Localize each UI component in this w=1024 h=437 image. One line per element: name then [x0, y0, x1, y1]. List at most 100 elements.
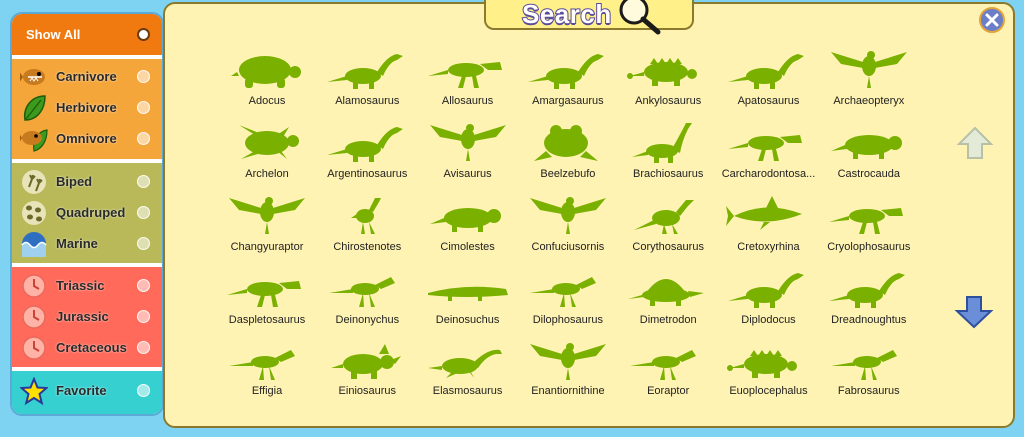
wave-icon: [20, 230, 48, 258]
dino-silhouette-icon: [529, 197, 606, 234]
filter-cretaceous-radio[interactable]: [137, 341, 150, 354]
dino-name-label: Fabrosaurus: [837, 385, 900, 397]
filter-triassic[interactable]: Triassic: [12, 270, 162, 301]
filter-herbivore[interactable]: Herbivore: [12, 92, 162, 123]
dino-name-label: Allosaurus: [441, 95, 494, 107]
dino-name-label: Apatosaurus: [737, 95, 800, 107]
dino-item[interactable]: Dreadnoughtus: [819, 263, 919, 336]
magnifier-icon[interactable]: [614, 0, 678, 38]
filter-biped-radio[interactable]: [137, 175, 150, 188]
dino-silhouette-icon: [429, 124, 506, 161]
dino-silhouette-icon: [728, 54, 805, 89]
dino-silhouette-icon: [527, 54, 604, 89]
dino-item[interactable]: Adocus: [217, 44, 317, 117]
filter-jurassic[interactable]: Jurassic: [12, 301, 162, 332]
filter-omnivore[interactable]: Omnivore: [12, 123, 162, 154]
dino-item[interactable]: Cimolestes: [418, 190, 518, 263]
filter-herbivore-radio[interactable]: [137, 101, 150, 114]
dino-item[interactable]: Chirostenotes: [317, 190, 417, 263]
dino-item[interactable]: Argentinosaurus: [317, 117, 417, 190]
arrow-up-icon: [956, 126, 994, 159]
dino-item[interactable]: Archaeopteryx: [819, 44, 919, 117]
dino-silhouette-icon: [830, 51, 907, 88]
dino-item[interactable]: Archelon: [217, 117, 317, 190]
filter-marine-radio[interactable]: [137, 237, 150, 250]
dino-name-label: Einiosaurus: [338, 385, 397, 397]
dino-item[interactable]: Alamosaurus: [317, 44, 417, 117]
dino-item[interactable]: Eoraptor: [618, 336, 718, 409]
filter-jurassic-radio[interactable]: [137, 310, 150, 323]
dino-name-label: Enantiornithine: [531, 385, 605, 397]
dino-silhouette-icon: [726, 196, 803, 230]
dino-item[interactable]: Elasmosaurus: [418, 336, 518, 409]
filter-triassic-radio[interactable]: [137, 279, 150, 292]
dino-silhouette-icon: [727, 350, 798, 378]
dino-silhouette-icon: [429, 208, 501, 232]
filter-carnivore-radio[interactable]: [137, 70, 150, 83]
close-button[interactable]: [979, 7, 1005, 33]
dino-item[interactable]: Cretoxyrhina: [718, 190, 818, 263]
scroll-up-button[interactable]: [956, 125, 994, 161]
dino-name-label: Daspletosaurus: [228, 314, 306, 326]
dino-silhouette-icon: [351, 198, 382, 234]
filter-favorite[interactable]: Favorite: [12, 375, 162, 406]
dino-item[interactable]: Enantiornithine: [518, 336, 618, 409]
dino-item[interactable]: Dimetrodon: [618, 263, 718, 336]
filter-favorite-radio[interactable]: [137, 384, 150, 397]
close-icon: [985, 13, 999, 27]
show-all-radio[interactable]: [137, 28, 150, 41]
filter-herbivore-label: Herbivore: [56, 100, 117, 115]
dino-name-label: Alamosaurus: [335, 95, 400, 107]
filter-quadruped[interactable]: Quadruped: [12, 197, 162, 228]
filter-quadruped-radio[interactable]: [137, 206, 150, 219]
filter-omnivore-radio[interactable]: [137, 132, 150, 145]
dino-item[interactable]: Einiosaurus: [317, 336, 417, 409]
dino-silhouette-icon: [533, 125, 598, 161]
dino-silhouette-icon: [239, 125, 299, 159]
dino-name-label: Changyuraptor: [230, 241, 304, 253]
dino-item[interactable]: Amargasaurus: [518, 44, 618, 117]
show-all-option[interactable]: Show All: [12, 19, 162, 50]
dino-item[interactable]: Cryolophosaurus: [819, 190, 919, 263]
filter-jurassic-label: Jurassic: [56, 309, 109, 324]
dino-item[interactable]: Beelzebufo: [518, 117, 618, 190]
dino-name-label: Cretoxyrhina: [737, 241, 800, 253]
dino-item[interactable]: Corythosaurus: [618, 190, 718, 263]
carnivore-fish-icon: [20, 63, 48, 91]
dino-item[interactable]: Diplodocus: [718, 263, 818, 336]
dino-item[interactable]: Changyuraptor: [217, 190, 317, 263]
dino-name-label: Argentinosaurus: [327, 168, 408, 180]
dino-name-label: Cimolestes: [440, 241, 495, 253]
filter-quadruped-label: Quadruped: [56, 205, 126, 220]
filter-marine[interactable]: Marine: [12, 228, 162, 259]
clock-icon: [20, 303, 48, 331]
dino-item[interactable]: Deinonychus: [317, 263, 417, 336]
dino-item[interactable]: Castrocauda: [819, 117, 919, 190]
filter-omnivore-label: Omnivore: [56, 131, 117, 146]
dino-name-label: Deinonychus: [335, 314, 400, 326]
dino-item[interactable]: Deinosuchus: [418, 263, 518, 336]
dino-name-label: Cryolophosaurus: [827, 241, 911, 253]
filter-biped[interactable]: Biped: [12, 166, 162, 197]
dino-item[interactable]: Dilophosaurus: [518, 263, 618, 336]
dino-item[interactable]: Ankylosaurus: [618, 44, 718, 117]
filter-cretaceous[interactable]: Cretaceous: [12, 332, 162, 363]
dino-item[interactable]: Euoplocephalus: [718, 336, 818, 409]
dino-item[interactable]: Apatosaurus: [718, 44, 818, 117]
dino-item[interactable]: Confuciusornis: [518, 190, 618, 263]
filter-biped-label: Biped: [56, 174, 93, 189]
dino-item[interactable]: Daspletosaurus: [217, 263, 317, 336]
dino-item[interactable]: Avisaurus: [418, 117, 518, 190]
filter-marine-label: Marine: [56, 236, 98, 251]
filter-carnivore[interactable]: Carnivore: [12, 61, 162, 92]
dino-item[interactable]: Allosaurus: [418, 44, 518, 117]
dino-item[interactable]: Fabrosaurus: [819, 336, 919, 409]
dino-item[interactable]: Brachiosaurus: [618, 117, 718, 190]
quadruped-footprints-icon: [20, 199, 48, 227]
dino-item[interactable]: Effigia: [217, 336, 317, 409]
dino-item[interactable]: Carcharodontosa...: [718, 117, 818, 190]
dino-name-label: Carcharodontosa...: [721, 168, 816, 180]
scroll-down-button[interactable]: [954, 294, 994, 330]
dino-name-label: Elasmosaurus: [432, 385, 503, 397]
dino-silhouette-icon: [628, 279, 705, 306]
